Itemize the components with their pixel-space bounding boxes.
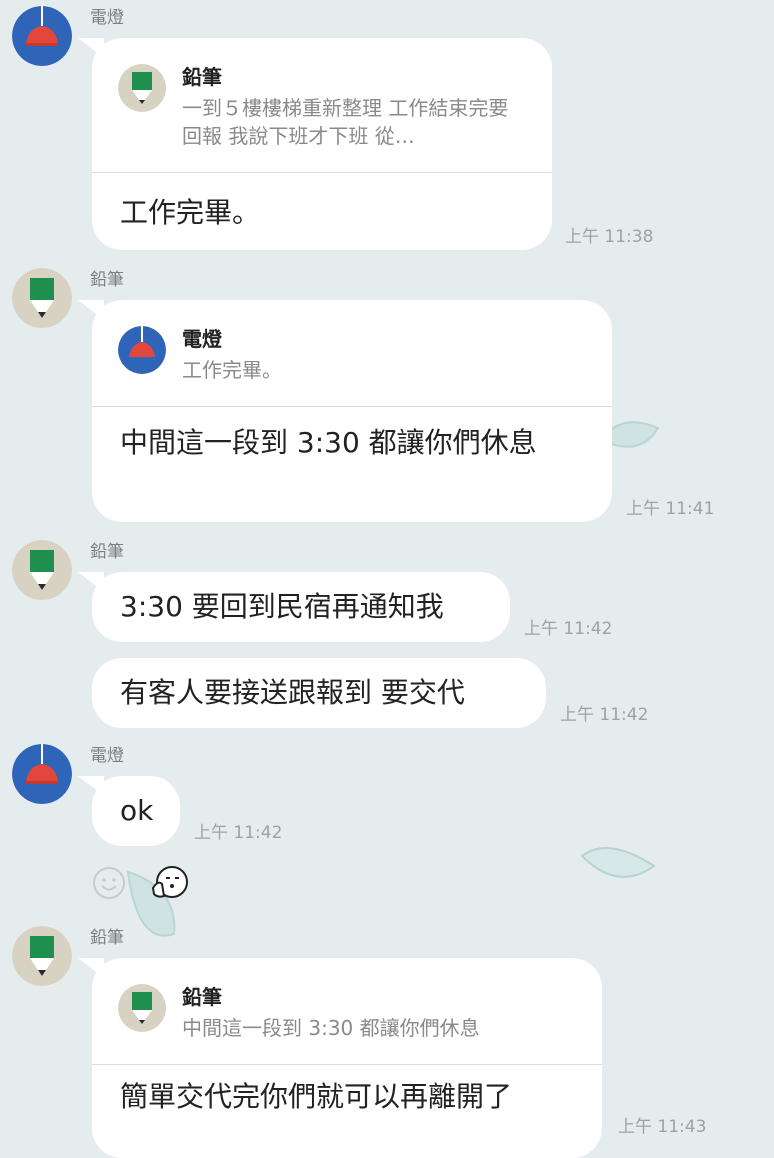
reply-preview[interactable]: 鉛筆 一到５樓樓梯重新整理 工作結束完要回報 我說下班才下班 從… xyxy=(92,38,552,173)
sender-name: 鉛筆 xyxy=(90,270,124,290)
message-timestamp: 上午 11:38 xyxy=(565,227,654,247)
message-bubble[interactable]: 鉛筆 中間這一段到 3:30 都讓你們休息 簡單交代完你們就可以再離開了 xyxy=(92,958,602,1158)
pencil-avatar-icon[interactable] xyxy=(12,540,72,600)
leaf-decoration xyxy=(580,847,656,878)
pencil-avatar-icon xyxy=(118,984,166,1032)
thumbs-up-face-icon[interactable] xyxy=(150,864,190,902)
reply-text: 一到５樓樓梯重新整理 工作結束完要回報 我說下班才下班 從… xyxy=(182,96,509,148)
pencil-avatar-icon[interactable] xyxy=(12,926,72,986)
reply-sender-name: 鉛筆 xyxy=(182,65,222,89)
message-timestamp: 上午 11:41 xyxy=(626,499,715,519)
pencil-avatar-icon xyxy=(118,64,166,112)
smiley-add-icon[interactable] xyxy=(92,866,126,900)
reply-text: 工作完畢。 xyxy=(182,358,282,382)
sender-name: 電燈 xyxy=(90,8,124,28)
message-text: 簡單交代完你們就可以再離開了 xyxy=(120,1080,513,1113)
message-text: 工作完畢。 xyxy=(120,196,261,229)
lamp-avatar-icon xyxy=(118,326,166,374)
message-bubble[interactable]: ok xyxy=(92,776,180,846)
reply-sender-name: 鉛筆 xyxy=(182,985,222,1009)
lamp-avatar-icon[interactable] xyxy=(12,744,72,804)
message-timestamp: 上午 11:42 xyxy=(194,823,283,843)
message-timestamp: 上午 11:42 xyxy=(560,705,649,725)
pencil-avatar-icon[interactable] xyxy=(12,268,72,328)
message-text: ok xyxy=(120,794,154,827)
reaction-row xyxy=(92,862,212,902)
sender-name: 鉛筆 xyxy=(90,542,124,562)
reply-text: 中間這一段到 3:30 都讓你們休息 xyxy=(182,1016,480,1040)
sender-name: 電燈 xyxy=(90,746,124,766)
message-text: 有客人要接送跟報到 要交代 xyxy=(120,676,465,709)
message-text: 3:30 要回到民宿再通知我 xyxy=(120,590,444,623)
message-text: 中間這一段到 3:30 都讓你們休息 xyxy=(120,426,537,459)
message-bubble[interactable]: 電燈 工作完畢。 中間這一段到 3:30 都讓你們休息 xyxy=(92,300,612,522)
reply-preview[interactable]: 電燈 工作完畢。 xyxy=(92,300,612,407)
sender-name: 鉛筆 xyxy=(90,928,124,948)
message-bubble[interactable]: 有客人要接送跟報到 要交代 xyxy=(92,658,546,728)
message-bubble[interactable]: 鉛筆 一到５樓樓梯重新整理 工作結束完要回報 我說下班才下班 從… 工作完畢。 xyxy=(92,38,552,250)
reply-preview[interactable]: 鉛筆 中間這一段到 3:30 都讓你們休息 xyxy=(92,958,602,1065)
message-timestamp: 上午 11:42 xyxy=(524,619,613,639)
message-bubble[interactable]: 3:30 要回到民宿再通知我 xyxy=(92,572,510,642)
lamp-avatar-icon[interactable] xyxy=(12,6,72,66)
reply-sender-name: 電燈 xyxy=(182,327,222,351)
